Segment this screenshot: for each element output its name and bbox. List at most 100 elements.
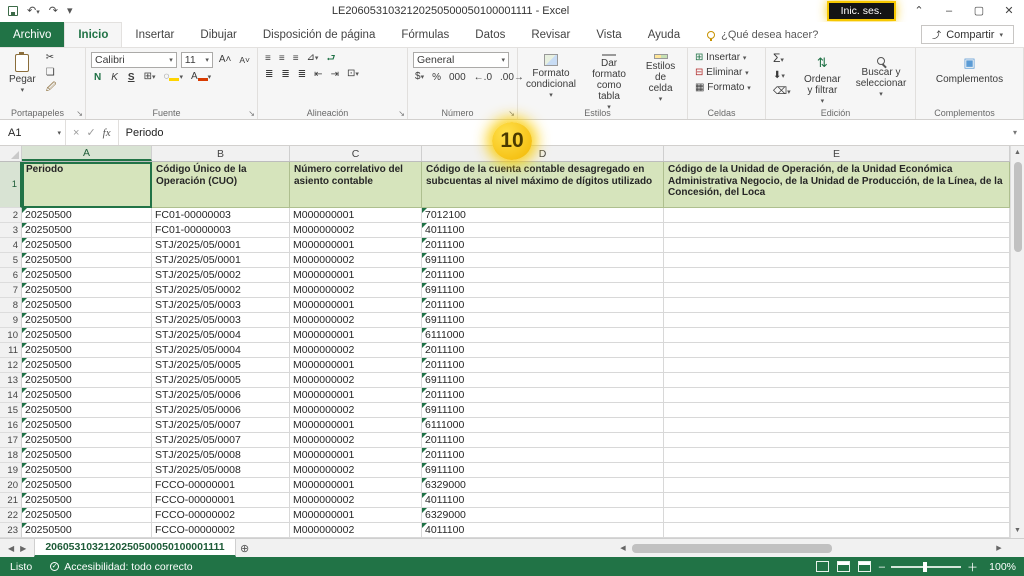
cell[interactable]: STJ/2025/05/0005 xyxy=(152,373,290,388)
cell[interactable]: 20250500 xyxy=(22,253,152,268)
grow-font-icon[interactable]: A˄ xyxy=(217,54,234,66)
cell[interactable]: 20250500 xyxy=(22,238,152,253)
cell[interactable]: M000000002 xyxy=(290,433,422,448)
align-middle-icon[interactable]: ≡ xyxy=(277,53,287,65)
cell[interactable]: STJ/2025/05/0002 xyxy=(152,283,290,298)
cell[interactable]: FCCO-00000001 xyxy=(152,478,290,493)
orientation-icon[interactable]: ⊿▾ xyxy=(305,52,321,65)
cell[interactable]: M000000002 xyxy=(290,253,422,268)
cell[interactable] xyxy=(664,298,1010,313)
tab-disposicion-de-pagina[interactable]: Disposición de página xyxy=(250,22,389,47)
cell[interactable]: Periodo xyxy=(22,162,152,208)
cell[interactable]: M000000001 xyxy=(290,268,422,283)
cell[interactable]: 20250500 xyxy=(22,298,152,313)
row-number[interactable]: 4 xyxy=(0,238,22,253)
cell[interactable]: 20250500 xyxy=(22,373,152,388)
copy-icon[interactable]: ❏ xyxy=(44,67,59,79)
select-all-button[interactable] xyxy=(0,146,22,161)
save-icon[interactable] xyxy=(8,6,18,16)
cell[interactable]: 20250500 xyxy=(22,223,152,238)
horizontal-scroll-thumb[interactable] xyxy=(632,544,832,553)
scroll-left-icon[interactable]: ◀ xyxy=(616,544,630,552)
font-size-combo[interactable]: 11▾ xyxy=(181,52,213,68)
maximize-button[interactable]: ▢ xyxy=(964,0,994,22)
zoom-out-icon[interactable]: – xyxy=(879,561,885,573)
cell[interactable]: FCCO-00000002 xyxy=(152,523,290,538)
row-number[interactable]: 8 xyxy=(0,298,22,313)
cell[interactable] xyxy=(664,343,1010,358)
cell[interactable] xyxy=(664,328,1010,343)
cell[interactable]: 20250500 xyxy=(22,313,152,328)
align-right-icon[interactable]: ≣ xyxy=(296,69,308,81)
cell[interactable]: 6329000 xyxy=(422,478,664,493)
tab-formulas[interactable]: Fórmulas xyxy=(388,22,462,47)
row-number[interactable]: 23 xyxy=(0,523,22,538)
cell[interactable]: 20250500 xyxy=(22,523,152,538)
cell[interactable]: STJ/2025/05/0007 xyxy=(152,418,290,433)
cell[interactable]: M000000001 xyxy=(290,478,422,493)
insert-function-icon[interactable]: fx xyxy=(103,127,111,139)
redo-icon[interactable]: ↷ xyxy=(49,6,58,17)
cell[interactable]: 20250500 xyxy=(22,418,152,433)
zoom-in-icon[interactable]: ＋ xyxy=(967,559,978,575)
font-dialog-launcher[interactable]: ↘ xyxy=(248,109,255,118)
cell[interactable]: 2011100 xyxy=(422,343,664,358)
number-dialog-launcher[interactable]: ↘ xyxy=(508,109,515,118)
row-number[interactable]: 21 xyxy=(0,493,22,508)
align-top-icon[interactable]: ≡ xyxy=(263,53,273,65)
cell[interactable]: 20250500 xyxy=(22,403,152,418)
cell[interactable]: 20250500 xyxy=(22,358,152,373)
cell[interactable]: M000000001 xyxy=(290,328,422,343)
cell[interactable]: 6111000 xyxy=(422,418,664,433)
row-number[interactable]: 2 xyxy=(0,208,22,223)
cell[interactable]: M000000002 xyxy=(290,313,422,328)
increase-indent-icon[interactable]: ⇥ xyxy=(329,69,341,81)
cell[interactable]: 20250500 xyxy=(22,283,152,298)
cell[interactable]: M000000001 xyxy=(290,358,422,373)
accounting-format-icon[interactable]: $▾ xyxy=(413,71,426,84)
undo-icon[interactable]: ↶▾ xyxy=(27,6,40,17)
vertical-scrollbar[interactable]: ▲ ▼ xyxy=(1010,146,1024,538)
column-header-e[interactable]: E xyxy=(664,146,1010,161)
row-number[interactable]: 7 xyxy=(0,283,22,298)
shrink-font-icon[interactable]: A˅ xyxy=(237,54,252,66)
cell[interactable] xyxy=(664,313,1010,328)
cell[interactable]: 20250500 xyxy=(22,328,152,343)
tab-dibujar[interactable]: Dibujar xyxy=(187,22,249,47)
sign-in-button[interactable]: Inic. ses. xyxy=(829,3,894,19)
cell[interactable]: 7012100 xyxy=(422,208,664,223)
cell[interactable]: STJ/2025/05/0001 xyxy=(152,238,290,253)
format-painter-icon[interactable]: 🖉 xyxy=(44,82,59,94)
cell[interactable]: 2011100 xyxy=(422,358,664,373)
insert-cells-button[interactable]: ⊞ Insertar ▾ xyxy=(693,52,760,65)
column-header-d[interactable]: D xyxy=(422,146,664,161)
cell[interactable]: STJ/2025/05/0007 xyxy=(152,433,290,448)
cell[interactable]: M000000001 xyxy=(290,388,422,403)
name-box[interactable]: A1 ▾ xyxy=(0,120,66,145)
cell[interactable]: 2011100 xyxy=(422,388,664,403)
cell[interactable]: Código Único de la Operación (CUO) xyxy=(152,162,290,208)
cell[interactable]: Código de la Unidad de Operación, de la … xyxy=(664,162,1010,208)
cell[interactable]: M000000001 xyxy=(290,418,422,433)
cell[interactable]: STJ/2025/05/0003 xyxy=(152,313,290,328)
tab-datos[interactable]: Datos xyxy=(462,22,518,47)
accessibility-checker[interactable]: ✓ Accesibilidad: todo correcto xyxy=(42,561,200,573)
conditional-formatting-button[interactable]: Formato condicional▾ xyxy=(523,52,579,106)
decrease-indent-icon[interactable]: ⇤ xyxy=(312,69,324,81)
formula-input[interactable]: Periodo xyxy=(119,120,1006,145)
vertical-scroll-thumb[interactable] xyxy=(1014,162,1022,252)
tab-inicio[interactable]: Inicio xyxy=(64,22,122,47)
format-as-table-button[interactable]: Dar formato como tabla▾ xyxy=(583,52,635,106)
cell[interactable]: M000000002 xyxy=(290,283,422,298)
cell-styles-button[interactable]: Estilos de celda▾ xyxy=(639,52,682,106)
align-left-icon[interactable]: ≣ xyxy=(263,69,275,81)
cell[interactable]: 20250500 xyxy=(22,208,152,223)
cell[interactable]: M000000002 xyxy=(290,343,422,358)
cell[interactable] xyxy=(664,523,1010,538)
cut-icon[interactable]: ✂ xyxy=(44,52,59,64)
addins-button[interactable]: ▣ Complementos xyxy=(930,52,1010,106)
row-number[interactable]: 18 xyxy=(0,448,22,463)
wrap-text-icon[interactable]: ⮐ xyxy=(324,53,337,65)
cell[interactable]: STJ/2025/05/0003 xyxy=(152,298,290,313)
row-number[interactable]: 12 xyxy=(0,358,22,373)
